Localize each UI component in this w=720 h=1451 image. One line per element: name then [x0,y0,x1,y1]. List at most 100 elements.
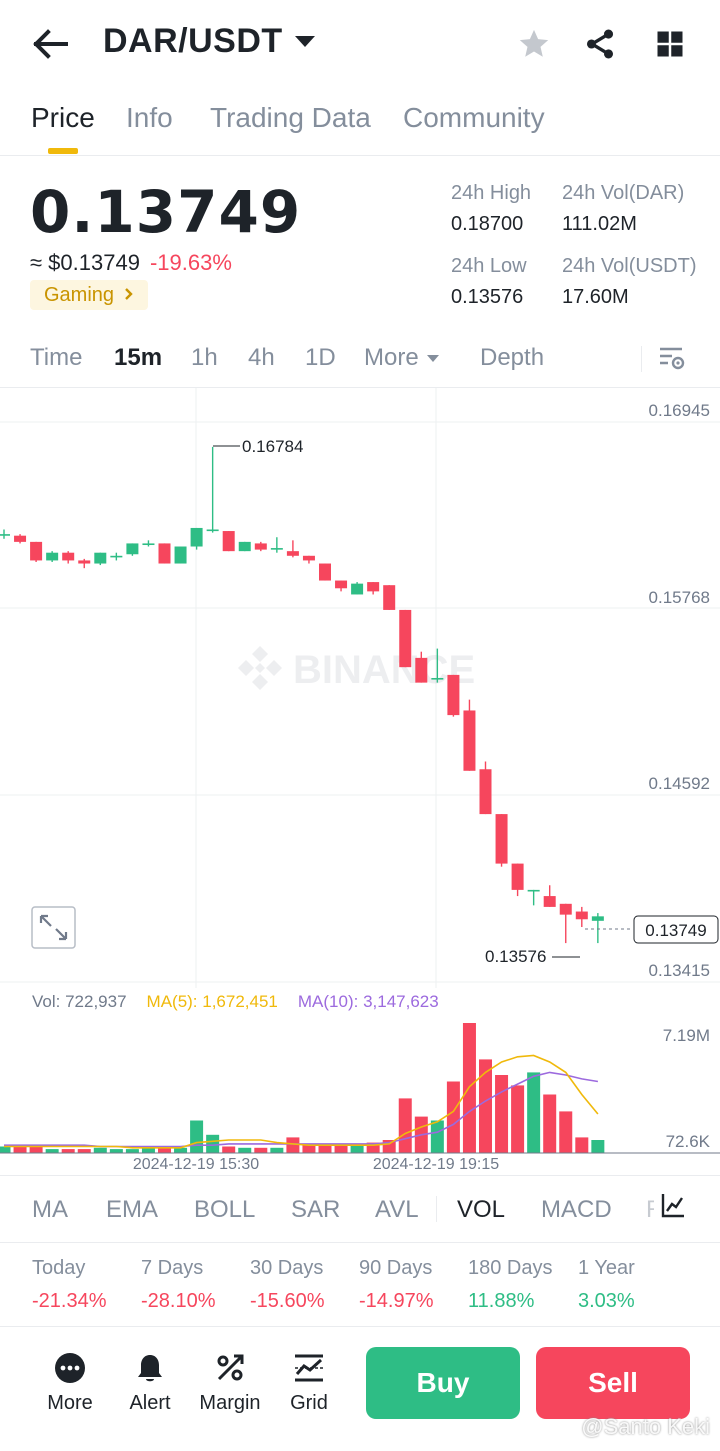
stat-value: 0.18700 [451,213,524,235]
interval-more[interactable]: More [364,344,439,372]
interval-1d[interactable]: 1D [305,344,336,372]
indicator-ema[interactable]: EMA [106,1196,158,1224]
candle [367,582,380,595]
indicator-avl[interactable]: AVL [375,1196,419,1224]
nav-label: Alert [129,1392,171,1414]
price-change: -19.63% [149,250,232,275]
candle [206,446,219,533]
perf-value: 3.03% [578,1290,635,1312]
share-icon[interactable] [582,24,618,64]
min-price-marker: 0.13576 [485,947,580,966]
indicator-ma[interactable]: MA [32,1196,68,1224]
volume-bar [543,1094,557,1153]
tab-trading-data[interactable]: Trading Data [210,102,371,134]
indicator-rsi[interactable]: R [646,1196,654,1224]
perf-value: 11.88% [468,1290,535,1312]
candle [0,529,10,539]
candle [383,585,396,610]
volume-chart[interactable]: 7.19M 72.6K 2024-12-19 15:30 2024-12-19 … [0,985,720,1175]
chart-settings-icon[interactable] [658,346,686,377]
nav-label: More [47,1392,93,1414]
perf-label: 7 Days [141,1257,204,1279]
candle [46,551,59,562]
indicator-settings-icon[interactable] [660,1192,686,1225]
chevron-right-icon [124,284,134,307]
star-icon[interactable] [516,24,552,64]
interval-time[interactable]: Time [30,344,82,372]
interval-1h[interactable]: 1h [191,344,218,372]
pair-selector[interactable]: DAR/USDT [103,22,315,61]
perf-label: 30 Days [250,1257,324,1279]
caret-down-icon [426,354,439,362]
tab-price[interactable]: Price [31,102,95,134]
volume-bar [318,1145,332,1153]
volume-bar [575,1137,589,1153]
volume-bar [125,1149,139,1153]
candle [94,552,107,566]
candle [110,552,123,561]
candle [158,543,171,564]
indicator-tabs: MA EMA BOLL SAR AVL VOL MACD R [0,1175,720,1243]
volume-bar [430,1120,444,1153]
candle [238,541,251,552]
candle [222,531,235,552]
volume-bar [238,1147,252,1153]
grid-menu-icon[interactable] [652,24,688,64]
perf-item: 180 Days 11.88% [468,1257,553,1313]
indicator-macd[interactable]: MACD [541,1196,612,1224]
volume-bar [222,1146,236,1153]
interval-4h[interactable]: 4h [248,344,275,372]
candle [575,906,588,928]
nav-margin[interactable]: Margin [195,1352,265,1415]
volume-bar [29,1146,43,1153]
sell-button[interactable]: Sell [536,1347,690,1419]
candle [399,609,412,668]
candle [495,814,508,867]
stat-label: 24h High [451,182,532,204]
interval-depth[interactable]: Depth [480,344,544,372]
caret-down-icon [294,36,315,47]
stat-24h-low: 24h Low 0.13576 [451,255,527,309]
candle [62,551,75,564]
volume-bar [495,1075,509,1153]
last-price-marker: 0.13749 [585,915,719,944]
nav-alert[interactable]: Alert [115,1352,185,1415]
volume-bar [254,1147,268,1153]
nav-label: Margin [199,1392,261,1414]
price-axis-label: 0.13415 [649,961,710,980]
candle [511,863,524,897]
category-tag-label: Gaming [44,283,115,306]
nav-grid[interactable]: Grid [274,1352,344,1415]
volume-bar [190,1120,204,1153]
buy-button[interactable]: Buy [366,1347,520,1419]
stat-value: 0.13576 [451,286,524,308]
candle [479,761,492,815]
perf-label: 1 Year [578,1257,635,1279]
perf-value: -28.10% [141,1290,216,1312]
nav-label: Grid [290,1392,328,1414]
tab-community[interactable]: Community [403,102,545,134]
category-tag[interactable]: Gaming [30,280,149,310]
interval-15m[interactable]: 15m [114,344,162,372]
volume-bar [446,1081,460,1153]
stat-label: 24h Vol(USDT) [562,255,697,277]
indicator-boll[interactable]: BOLL [194,1196,255,1224]
indicator-vol[interactable]: VOL [457,1196,505,1224]
more-dots-icon [55,1353,85,1383]
candle [447,674,460,717]
margin-percent-icon [217,1354,244,1381]
nav-more[interactable]: More [35,1352,105,1415]
tab-info[interactable]: Info [126,102,173,134]
price-axis-labels: 0.16945 0.15768 0.14592 0.13415 [649,401,710,980]
expand-chart-icon[interactable] [31,906,76,949]
candlestick-chart[interactable]: BINANCE 0.16945 0.15768 0.14592 0.13415 … [0,388,720,988]
min-price-label: 0.13576 [485,947,546,966]
candle [14,534,27,544]
indicator-sar[interactable]: SAR [291,1196,340,1224]
perf-item: Today -21.34% [32,1257,107,1313]
candle [463,699,476,771]
back-arrow-icon[interactable] [30,24,72,64]
perf-value: -21.34% [32,1290,107,1312]
candle [174,546,187,564]
bell-icon [138,1355,162,1382]
